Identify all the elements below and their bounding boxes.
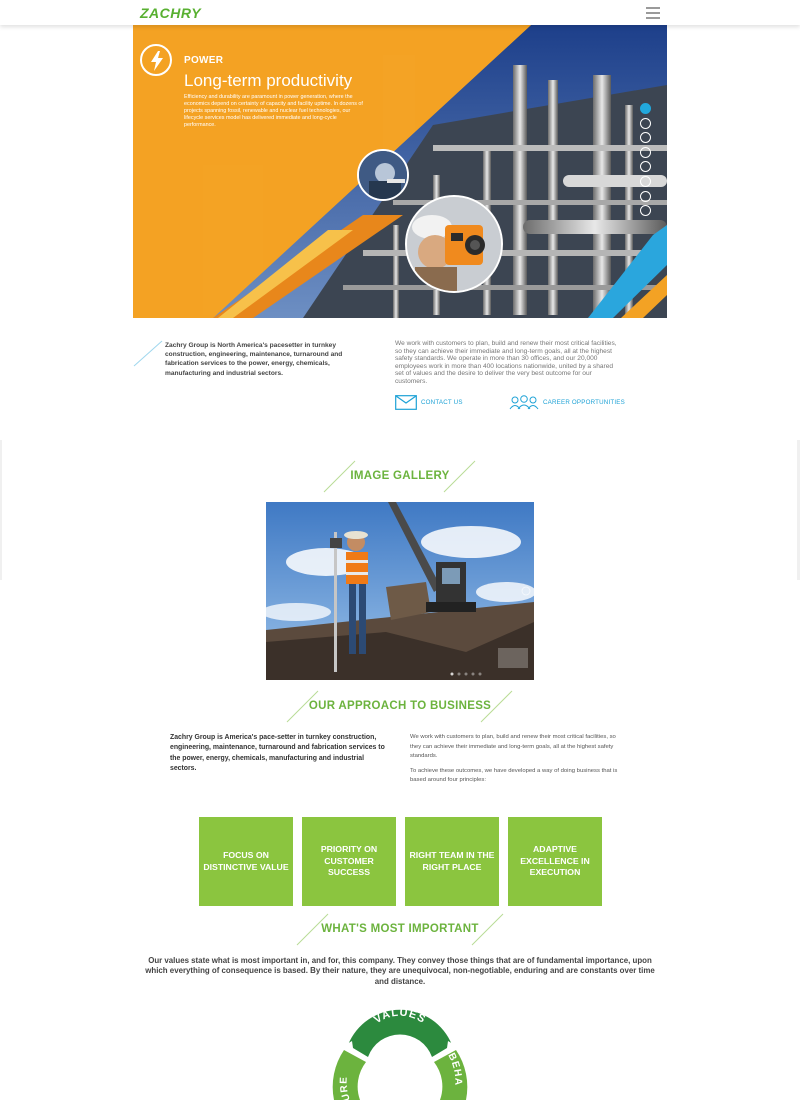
- slider-dot[interactable]: [640, 132, 651, 144]
- intro-description: We work with customers to plan, build an…: [395, 340, 617, 385]
- career-opportunities-label: CAREER OPPORTUNITIES: [543, 398, 625, 406]
- gallery-heading: IMAGE GALLERY: [0, 460, 800, 494]
- surveyor-photo: [405, 195, 503, 293]
- hero-category: POWER: [184, 55, 224, 66]
- approach-paragraph: We work with customers to plan, build an…: [410, 734, 616, 759]
- menu-bar: [646, 12, 660, 14]
- principle-box[interactable]: RIGHT TEAM IN THE RIGHT PLACE: [405, 817, 499, 906]
- principle-box[interactable]: ADAPTIVE EXCELLENCE IN EXECUTION: [508, 817, 602, 906]
- menu-bar: [646, 7, 660, 9]
- career-opportunities-link[interactable]: CAREER OPPORTUNITIES: [509, 394, 625, 410]
- approach-description: We work with customers to plan, build an…: [410, 733, 628, 786]
- gallery-title: IMAGE GALLERY: [350, 470, 450, 482]
- slider-dot[interactable]: [640, 117, 651, 129]
- hero-slider: POWER Long-term productivity Efficiency …: [133, 25, 667, 318]
- hero-description: Efficiency and durability are paramount …: [184, 94, 363, 128]
- contact-us-label: CONTACT US: [421, 398, 463, 406]
- zachry-logo[interactable]: ZACHRY: [140, 5, 201, 21]
- slider-dot[interactable]: [640, 146, 651, 158]
- slider-dot[interactable]: [640, 205, 651, 217]
- slider-dot[interactable]: [640, 190, 651, 202]
- slider-dot[interactable]: [640, 175, 651, 187]
- lightning-bolt-icon: [140, 44, 172, 76]
- contact-us-link[interactable]: CONTACT US: [395, 394, 463, 410]
- gallery-image[interactable]: [266, 502, 534, 680]
- people-icon: [509, 394, 539, 409]
- accent-slash: [133, 340, 163, 367]
- values-description: Our values state what is most important …: [145, 956, 655, 986]
- approach-heading: OUR APPROACH TO BUSINESS: [0, 690, 800, 724]
- surveyor-illustration: [407, 197, 501, 291]
- welder-photo: [357, 149, 409, 201]
- hamburger-icon[interactable]: [646, 7, 660, 19]
- envelope-icon: [395, 394, 417, 410]
- important-heading: WHAT'S MOST IMPORTANT: [0, 913, 800, 947]
- principle-box[interactable]: FOCUS ON DISTINCTIVE VALUE: [199, 817, 293, 906]
- slider-dots: [640, 103, 652, 220]
- gallery-photo-illustration: [266, 502, 534, 680]
- values-wheel: VALUES BEHA URE: [332, 1007, 468, 1100]
- slider-dot[interactable]: [640, 103, 651, 114]
- approach-title: OUR APPROACH TO BUSINESS: [308, 700, 492, 712]
- important-title: WHAT'S MOST IMPORTANT: [321, 923, 479, 935]
- principle-box[interactable]: PRIORITY ON CUSTOMER SUCCESS: [302, 817, 396, 906]
- intro-statement: Zachry Group is North America's pacesett…: [165, 342, 343, 377]
- slider-dot[interactable]: [640, 161, 651, 173]
- menu-bar: [646, 17, 660, 19]
- approach-paragraph: To achieve these outcomes, we have devel…: [410, 767, 618, 784]
- hero-title: Long-term productivity: [184, 71, 353, 90]
- approach-statement: Zachry Group is America's pace-setter in…: [170, 734, 385, 772]
- site-header: ZACHRY: [0, 0, 800, 25]
